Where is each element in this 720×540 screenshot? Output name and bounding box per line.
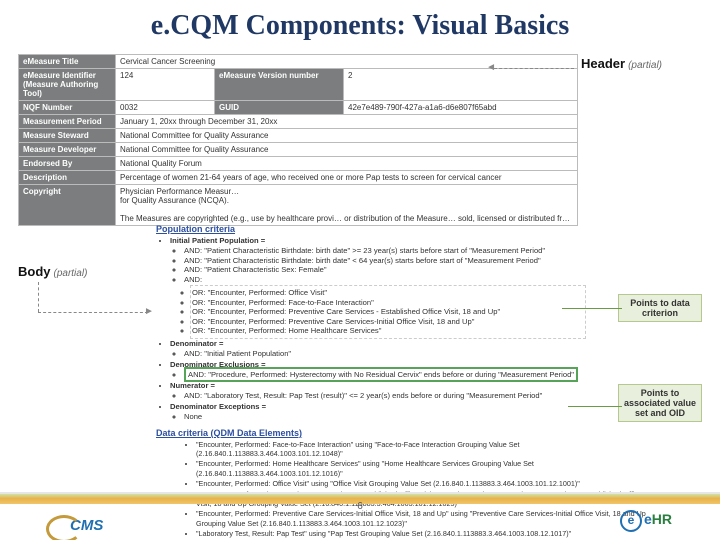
population-criteria-heading: Population criteria [156,224,702,234]
arrowhead: ◄ [486,62,496,73]
header-label: Header(partial) [581,56,662,71]
arrow-body-h [38,312,148,313]
data-criteria-heading: Data criteria (QDM Data Elements) [156,428,702,438]
body-label: Body(partial) [18,264,87,279]
arrow-criterion [562,308,622,309]
cms-logo: CMS [70,517,103,534]
arrow-header [494,68,574,69]
denex-highlight: AND: "Procedure, Performed: Hysterectomy… [184,367,578,382]
page-number: 6 [0,501,720,512]
slide-title: e.CQM Components: Visual Basics [0,0,720,48]
header-table: eMeasure TitleCervical Cancer Screening … [18,54,578,226]
callout-valueset: Points to associated value set and OID [618,384,702,422]
arrowhead2: ► [144,306,154,317]
slide-footer: 6 CMS eeHR [0,492,720,540]
ehr-logo: eeHR [620,510,672,532]
population-criteria: Initial Patient Population = AND: "Patie… [156,236,586,422]
arrow-valueset [568,406,622,407]
arrow-body [38,282,39,312]
callout-data-criterion: Points to data criterion [618,294,702,322]
